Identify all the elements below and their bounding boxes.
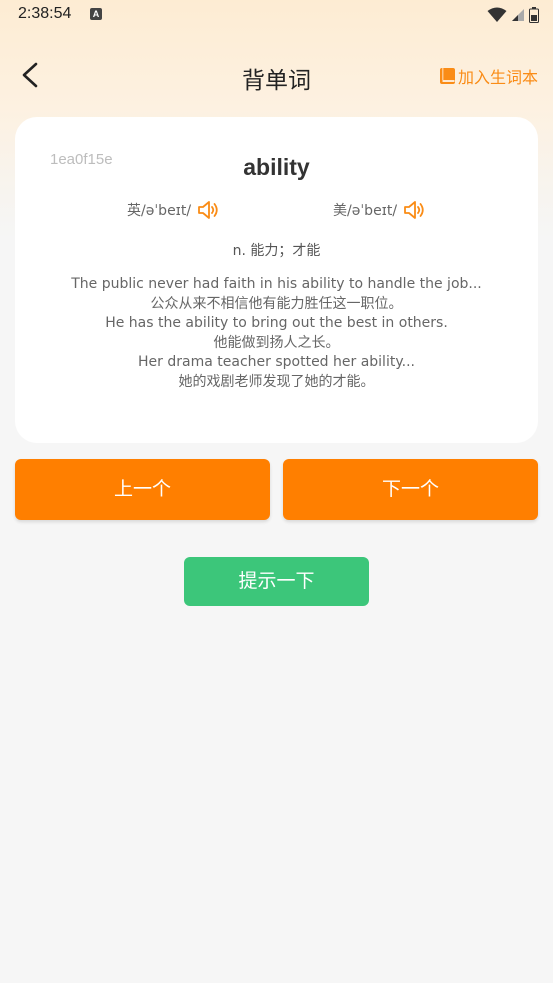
add-to-vocab-label: 加入生词本 <box>457 68 538 87</box>
word-title: ability <box>243 154 310 180</box>
wifi-icon <box>487 7 507 22</box>
next-button[interactable]: 下一个 <box>283 459 538 520</box>
example-sentences: The public never had faith in his abilit… <box>15 275 538 393</box>
battery-icon <box>529 7 539 23</box>
example-line: Her drama teacher spotted her ability... <box>138 354 415 371</box>
word-meaning: n. 能力；才能 <box>232 243 321 259</box>
phonetic-us: 美/əˈbeɪt/ <box>333 199 427 221</box>
speaker-icon[interactable] <box>197 199 221 221</box>
phonetic-uk-text: 英/əˈbeɪt/ <box>127 203 192 219</box>
example-line: He has the ability to bring out the best… <box>105 315 448 332</box>
nav-bar: 背单词 加入生词本 <box>0 48 553 102</box>
word-card: 1ea0f15e ability 英/əˈbeɪt/ 美/əˈbeɪt/ n. … <box>15 117 538 443</box>
example-line: 她的戏剧老师发现了她的才能。 <box>178 373 375 390</box>
status-icons <box>487 5 539 25</box>
example-line: 他能做到扬人之长。 <box>213 334 340 351</box>
book-icon <box>439 68 455 84</box>
add-to-vocab-button[interactable]: 加入生词本 <box>439 64 538 88</box>
signal-icon <box>512 9 524 21</box>
example-line: The public never had faith in his abilit… <box>71 276 482 292</box>
status-bar: 2:38:54 A <box>0 0 553 32</box>
phonetic-us-text: 美/əˈbeɪt/ <box>333 203 398 219</box>
status-time: 2:38:54 <box>18 5 72 22</box>
hint-button[interactable]: 提示一下 <box>184 557 369 606</box>
example-line: 公众从来不相信他有能力胜任这一职位。 <box>150 295 403 312</box>
phonetic-uk: 英/əˈbeɪt/ <box>127 199 221 221</box>
a-icon: A <box>90 8 102 20</box>
speaker-icon[interactable] <box>403 199 427 221</box>
previous-button[interactable]: 上一个 <box>15 459 270 520</box>
